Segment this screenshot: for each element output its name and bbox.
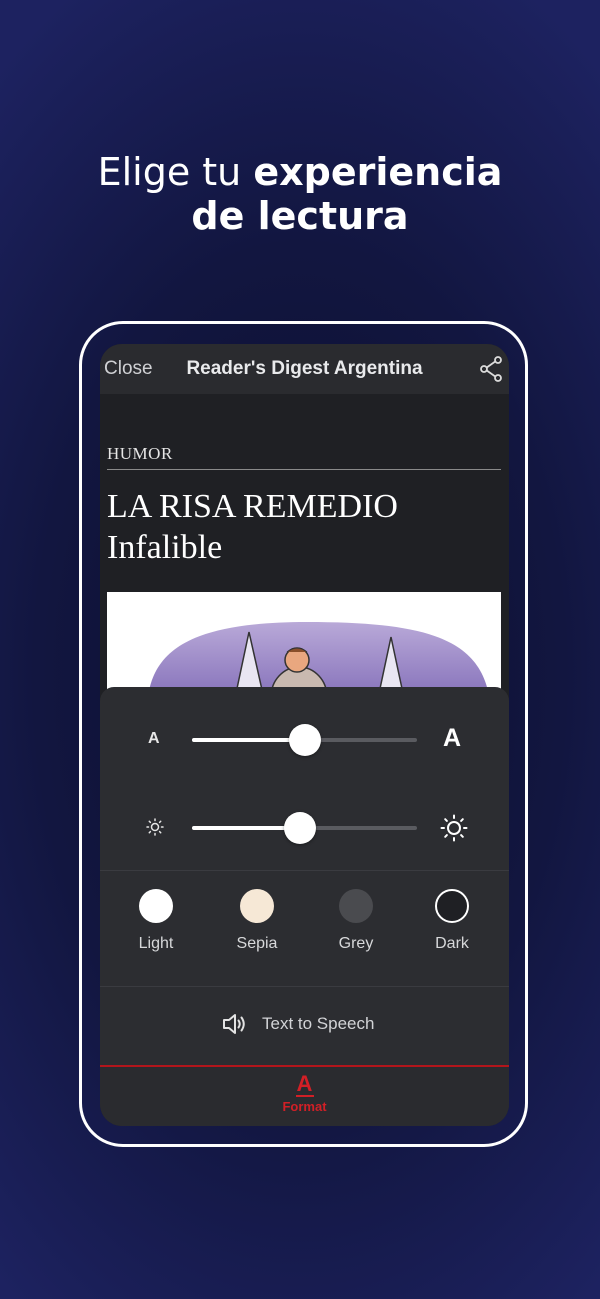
brightness-low-icon	[146, 818, 164, 836]
bottom-tab-bar: A Format	[100, 1065, 509, 1126]
theme-selector: Light Sepia Grey Dark	[100, 889, 509, 979]
theme-dark-label: Dark	[435, 935, 469, 952]
headline-bold-1: experiencia	[253, 150, 503, 194]
article-title-line-1: LA RISA REMEDIO	[107, 488, 398, 525]
share-icon[interactable]	[479, 356, 503, 382]
headline-bold-2: de lectura	[191, 194, 409, 238]
section-divider	[107, 469, 501, 470]
theme-grey-option[interactable]: Grey	[316, 889, 396, 953]
article-title: LA RISA REMEDIO Infalible	[107, 486, 398, 568]
panel-divider-1	[100, 870, 509, 871]
brightness-slider[interactable]	[192, 812, 417, 844]
promo-headline: Elige tu experiencia de lectura	[0, 150, 600, 238]
headline-line-2: de lectura	[0, 194, 600, 238]
font-size-slider-fill	[192, 738, 305, 742]
font-size-large-icon: A	[443, 724, 462, 752]
theme-sepia-option[interactable]: Sepia	[217, 889, 297, 953]
headline-normal: Elige tu	[97, 150, 254, 194]
font-size-row: A A	[100, 720, 509, 760]
page-title: Reader's Digest Argentina	[186, 358, 423, 379]
theme-light-swatch[interactable]	[139, 889, 173, 923]
text-to-speech-button[interactable]: Text to Speech	[100, 987, 509, 1063]
theme-sepia-swatch[interactable]	[240, 889, 274, 923]
brightness-high-icon	[440, 814, 468, 842]
theme-grey-swatch[interactable]	[339, 889, 373, 923]
theme-dark-swatch[interactable]	[435, 889, 469, 923]
theme-grey-label: Grey	[338, 935, 374, 952]
brightness-row	[100, 808, 509, 848]
app-screen: Close Reader's Digest Argentina HUMOR LA…	[100, 344, 509, 1126]
tab-format-label: Format	[282, 1099, 327, 1114]
theme-dark-option[interactable]: Dark	[412, 889, 492, 953]
text-to-speech-content: Text to Speech	[222, 1013, 374, 1035]
font-size-small-icon: A	[148, 730, 160, 747]
theme-sepia-label: Sepia	[236, 935, 278, 952]
article-title-line-2: Infalible	[107, 529, 223, 566]
format-icon: A	[296, 1071, 313, 1096]
tab-format[interactable]: A Format	[100, 1071, 509, 1115]
top-navbar: Close Reader's Digest Argentina	[100, 344, 509, 394]
text-to-speech-label: Text to Speech	[262, 1014, 375, 1033]
font-size-slider[interactable]	[192, 724, 417, 756]
speaker-icon	[223, 1014, 245, 1034]
brightness-slider-thumb[interactable]	[284, 812, 316, 844]
theme-light-label: Light	[138, 935, 174, 952]
font-size-slider-thumb[interactable]	[288, 724, 321, 756]
format-panel: A A Light Sepia Grey Dark Text to Speech…	[100, 687, 509, 1126]
headline-line-1: Elige tu experiencia	[0, 150, 600, 194]
theme-light-option[interactable]: Light	[116, 889, 196, 953]
section-label: HUMOR	[107, 444, 173, 463]
